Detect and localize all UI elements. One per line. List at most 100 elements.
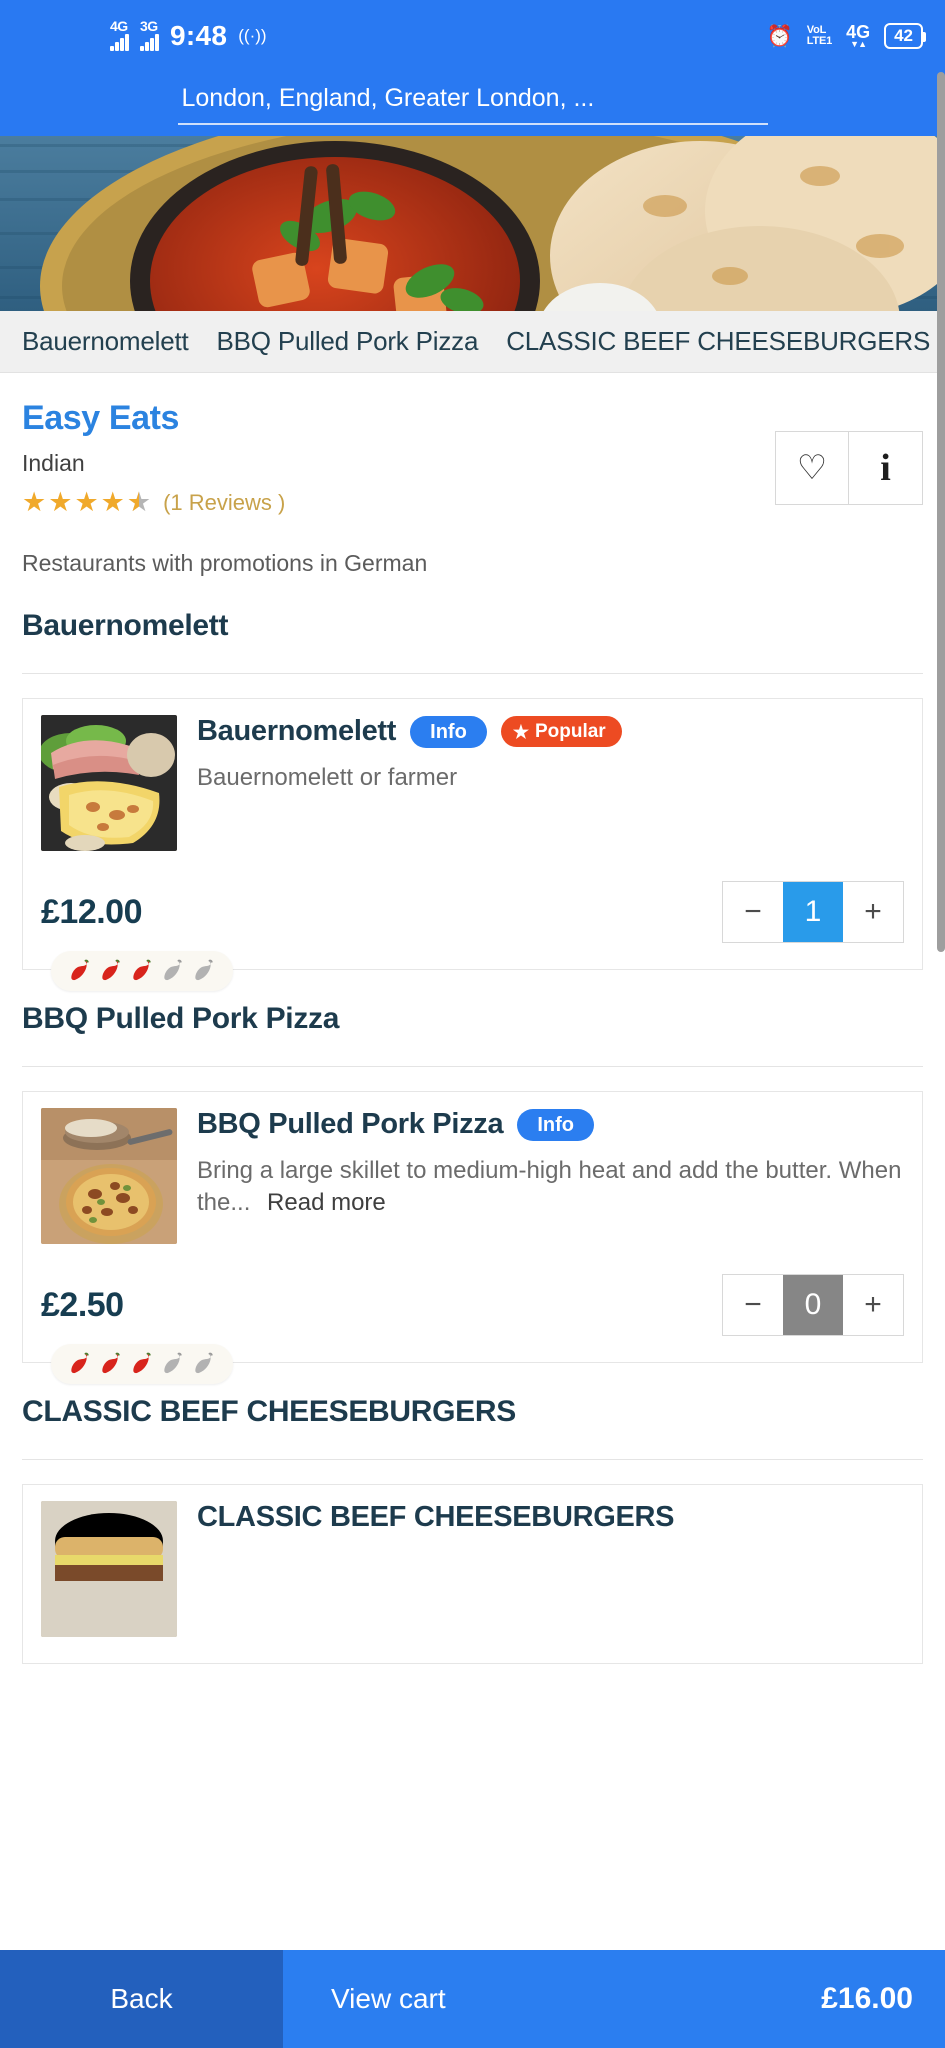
view-cart-label: View cart xyxy=(331,1983,446,2014)
menu-item-name: Bauernomelett xyxy=(197,715,397,747)
menu-item-thumbnail[interactable] xyxy=(41,1108,177,1244)
popular-label: Popular xyxy=(534,721,606,742)
chili-icon-2 xyxy=(102,1352,120,1374)
section-divider xyxy=(22,1066,923,1067)
title-row: BBQ Pulled Pork Pizza Info xyxy=(197,1108,904,1141)
pizza-photo xyxy=(41,1108,177,1244)
item-info-badge[interactable]: Info xyxy=(410,715,487,748)
cast-icon: ((·)) xyxy=(238,26,267,45)
star-icon-4: ★ xyxy=(100,487,125,517)
quantity-stepper[interactable]: − 1 + xyxy=(722,881,904,943)
menu-item-price: £2.50 xyxy=(41,1285,124,1324)
chili-icon-5-inactive xyxy=(195,959,213,981)
menu-item-description: Bauernomelett or farmer xyxy=(197,764,458,791)
info-icon: i xyxy=(880,447,891,489)
star-icon-3: ★ xyxy=(74,487,99,517)
menu-item-thumbnail[interactable] xyxy=(41,1501,177,1637)
menu-item-card-bbq-pulled-pork-pizza[interactable]: BBQ Pulled Pork Pizza Info Bring a large… xyxy=(22,1091,923,1384)
card-top: CLASSIC BEEF CHEESEBURGERS xyxy=(41,1501,904,1637)
quantity-stepper[interactable]: − 0 + xyxy=(722,1274,904,1336)
main-content: Easy Eats Indian ★★★★★ (1 Reviews ) ♡ i … xyxy=(0,373,945,1664)
title-row: CLASSIC BEEF CHEESEBURGERS xyxy=(197,1501,904,1534)
menu-item-price: £12.00 xyxy=(41,892,143,931)
back-button[interactable]: Back xyxy=(0,1950,283,2048)
chili-icon-2 xyxy=(102,959,120,981)
section-divider xyxy=(22,1459,923,1460)
status-time: 9:48 xyxy=(170,20,228,51)
bottom-action-bar: Back View cart £16.00 xyxy=(0,1950,945,2048)
category-tab-0[interactable]: Bauernomelett xyxy=(22,326,189,357)
star-icon-1: ★ xyxy=(22,487,47,517)
status-bar: 4G 3G 9:48 ((·)) ⏰ VoL LTE1 4G ▼▲ 42 xyxy=(0,0,945,72)
item-popular-badge: ★ Popular xyxy=(500,716,622,747)
spice-level-indicator xyxy=(51,951,233,991)
chili-icon-3 xyxy=(133,959,151,981)
restaurant-info-button[interactable]: i xyxy=(849,431,923,505)
menu-item-card-classic-beef-cheeseburgers[interactable]: CLASSIC BEEF CHEESEBURGERS xyxy=(22,1484,923,1664)
cart-total-amount: £16.00 xyxy=(821,1982,913,2015)
favorite-button[interactable]: ♡ xyxy=(775,431,849,505)
chili-icon-5-inactive xyxy=(195,1352,213,1374)
star-icon-2: ★ xyxy=(48,487,73,517)
card-bottom: £2.50 − 0 + xyxy=(41,1274,904,1336)
signal-4g-label: 4G xyxy=(110,17,128,34)
view-cart-button[interactable]: View cart £16.00 xyxy=(283,1950,945,2048)
chili-icon-3 xyxy=(133,1352,151,1374)
heart-icon: ♡ xyxy=(796,449,828,487)
chili-icon-4-inactive xyxy=(164,1352,182,1374)
section-title-bbq-pulled-pork-pizza: BBQ Pulled Pork Pizza xyxy=(22,1002,340,1035)
quantity-decrease-button[interactable]: − xyxy=(723,1275,783,1335)
spice-level-indicator xyxy=(51,1344,233,1384)
category-tab-2[interactable]: CLASSIC BEEF CHEESEBURGERS xyxy=(506,326,930,357)
alarm-icon: ⏰ xyxy=(766,24,793,48)
item-info-badge[interactable]: Info xyxy=(517,1108,594,1141)
menu-item-card-bauernomelett[interactable]: Bauernomelett Info ★ Popular Bauernomele… xyxy=(22,698,923,991)
menu-item-description: Bring a large skillet to medium-high hea… xyxy=(197,1155,904,1220)
chili-icon-4-inactive xyxy=(164,959,182,981)
omelette-photo xyxy=(41,715,177,851)
menu-item-name: CLASSIC BEEF CHEESEBURGERS xyxy=(197,1501,675,1533)
menu-item-thumbnail[interactable] xyxy=(41,715,177,851)
restaurant-actions: ♡ i xyxy=(775,431,923,505)
review-count[interactable]: (1 Reviews ) xyxy=(163,490,285,516)
star-icon: ★ xyxy=(512,721,529,742)
vertical-scrollbar[interactable] xyxy=(937,72,945,952)
star-rating-icons: ★ ★ ★ ★ ★ xyxy=(22,487,151,517)
section-title-bauernomelett: Bauernomelett xyxy=(22,609,229,642)
section-divider xyxy=(22,673,923,674)
location-bar[interactable]: London, England, Greater London, ... xyxy=(0,72,945,136)
restaurant-hero-image xyxy=(0,136,945,311)
location-input[interactable]: London, England, Greater London, ... xyxy=(177,84,768,125)
quantity-value: 0 xyxy=(783,1275,843,1335)
burger-photo xyxy=(41,1501,177,1637)
card-body: Bauernomelett Info ★ Popular Bauernomele… xyxy=(197,715,904,851)
card-bottom: £12.00 − 1 + xyxy=(41,881,904,943)
mobile-data-icon: 4G ▼▲ xyxy=(846,22,871,49)
chili-icon-1 xyxy=(71,1352,89,1374)
app-root: 4G 3G 9:48 ((·)) ⏰ VoL LTE1 4G ▼▲ 42 Lond… xyxy=(0,0,945,2048)
status-bar-left: 4G 3G 9:48 ((·)) xyxy=(110,17,267,52)
battery-icon: 42 xyxy=(884,23,926,49)
quantity-increase-button[interactable]: + xyxy=(843,1275,903,1335)
category-tab-bar[interactable]: Bauernomelett BBQ Pulled Pork Pizza CLAS… xyxy=(0,311,945,373)
star-icon-half-5: ★ xyxy=(127,489,151,517)
signal-3g-label: 3G xyxy=(140,17,158,34)
menu-item-name: BBQ Pulled Pork Pizza xyxy=(197,1108,504,1140)
volte-icon: VoL LTE1 xyxy=(806,24,833,47)
chili-icon-1 xyxy=(71,959,89,981)
title-row: Bauernomelett Info ★ Popular xyxy=(197,715,904,748)
signal-4g-icon: 4G xyxy=(110,17,129,51)
card-body: BBQ Pulled Pork Pizza Info Bring a large… xyxy=(197,1108,904,1244)
read-more-link[interactable]: Read more xyxy=(267,1189,386,1216)
signal-3g-icon: 3G xyxy=(140,17,159,51)
hero-food-photo xyxy=(0,136,945,311)
section-title-classic-beef-cheeseburgers: CLASSIC BEEF CHEESEBURGERS xyxy=(22,1395,516,1428)
quantity-value: 1 xyxy=(783,882,843,942)
card-top: Bauernomelett Info ★ Popular Bauernomele… xyxy=(41,715,904,851)
quantity-decrease-button[interactable]: − xyxy=(723,882,783,942)
card-top: BBQ Pulled Pork Pizza Info Bring a large… xyxy=(41,1108,904,1244)
category-tab-1[interactable]: BBQ Pulled Pork Pizza xyxy=(217,326,479,357)
quantity-increase-button[interactable]: + xyxy=(843,882,903,942)
restaurant-header: Easy Eats Indian ★★★★★ (1 Reviews ) ♡ i xyxy=(22,373,923,516)
promotions-text: Restaurants with promotions in German xyxy=(22,550,428,576)
